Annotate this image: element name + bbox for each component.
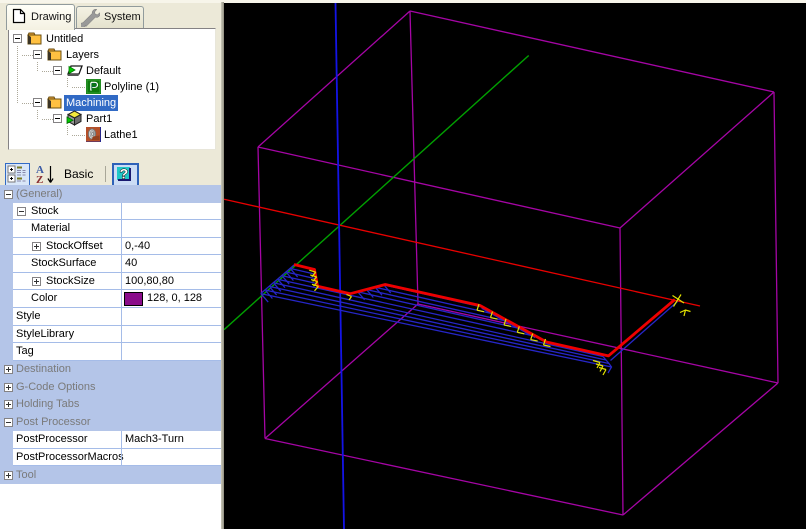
svg-text:Z: Z <box>36 174 43 185</box>
svg-text:?: ? <box>120 166 129 182</box>
